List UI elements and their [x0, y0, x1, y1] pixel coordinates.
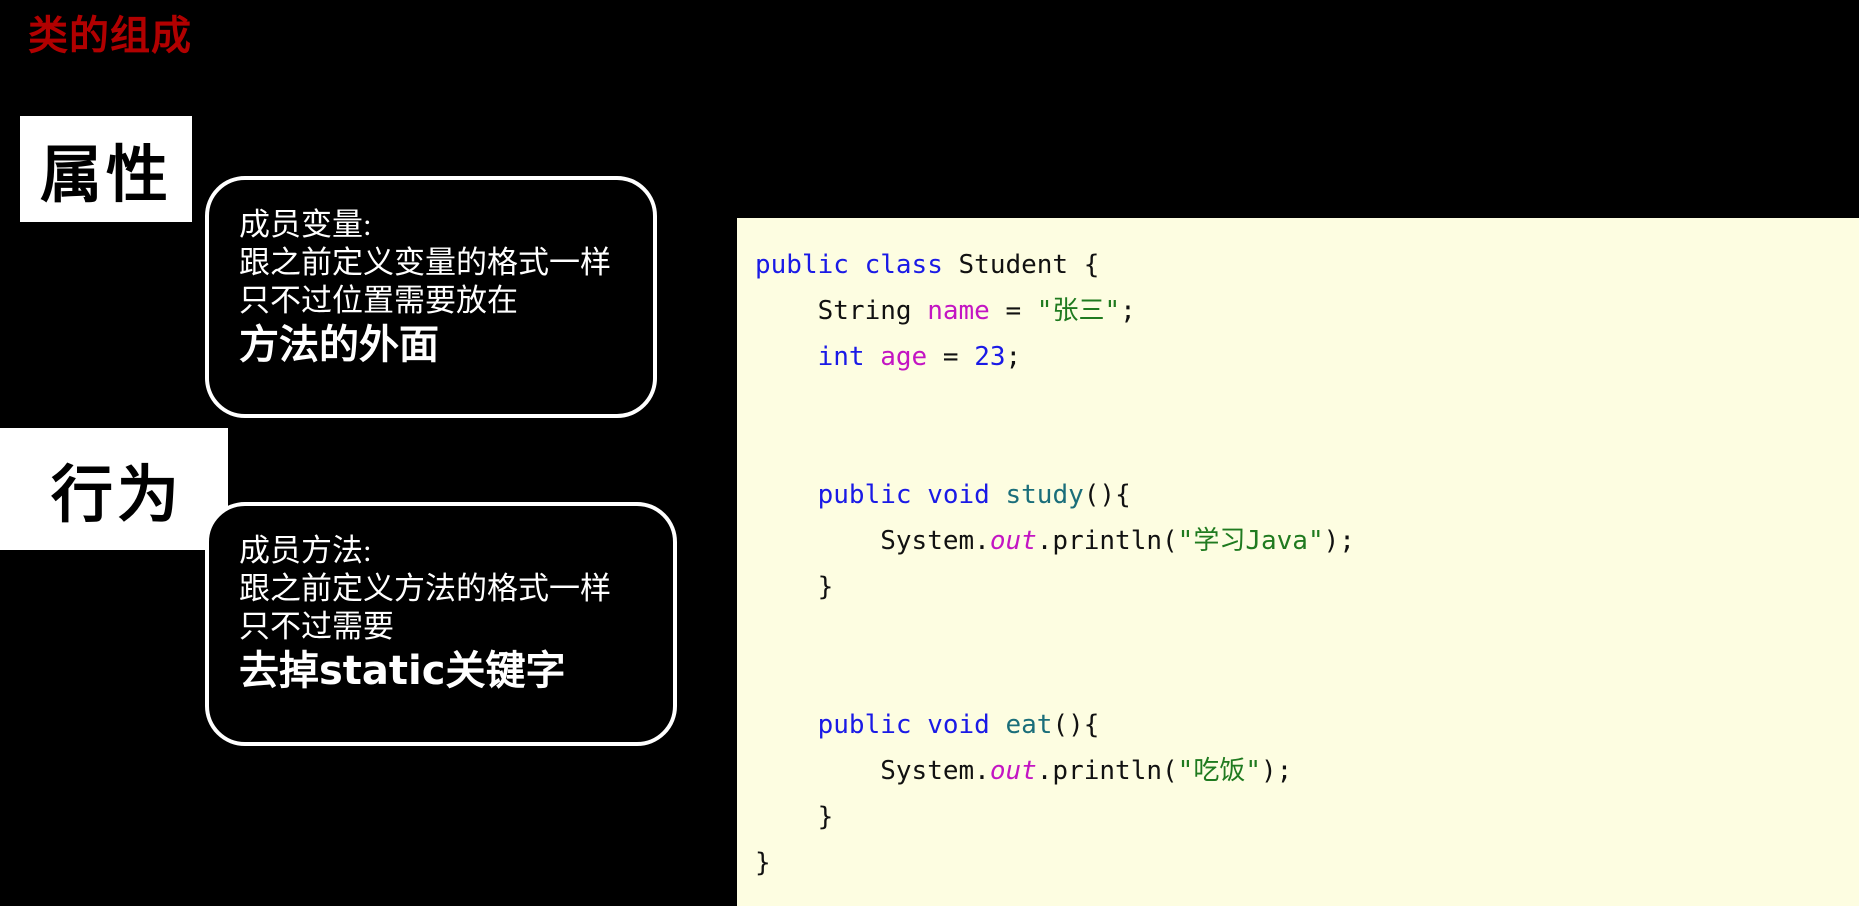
code-token: void — [927, 480, 990, 510]
code-token: ); — [1323, 526, 1355, 556]
code-line: } — [755, 564, 1859, 610]
code-line: public class Student { — [755, 242, 1859, 288]
code-panel: public class Student { String name = "张三… — [737, 218, 1859, 906]
code-line: public void study(){ — [755, 472, 1859, 518]
code-line: System.out.println("吃饭"); — [755, 748, 1859, 794]
code-token: study — [1005, 480, 1084, 510]
code-token: "张三" — [1036, 296, 1121, 326]
callout-line: 只不过位置需要放在 — [239, 282, 518, 318]
code-token: public — [755, 250, 849, 280]
callout-line: 跟之前定义变量的格式一样 — [239, 244, 611, 280]
code-token: out — [989, 756, 1037, 786]
code-token: eat — [1005, 710, 1053, 740]
callout-member-variable: 成员变量: 跟之前定义变量的格式一样 只不过位置需要放在 方法的外面 — [205, 176, 657, 418]
code-token: } — [755, 848, 771, 878]
code-token: "学习Java" — [1177, 526, 1324, 556]
callout-line: 成员方法: — [239, 533, 372, 568]
code-token: } — [817, 572, 834, 602]
code-token: System. — [880, 756, 990, 786]
code-token: public — [817, 710, 912, 740]
code-token: ); — [1260, 756, 1293, 786]
code-token: (){ — [1083, 480, 1131, 510]
code-token: System. — [880, 526, 990, 556]
code-token: = — [927, 342, 975, 372]
code-token: .println( — [1036, 526, 1178, 556]
code-token: "吃饭" — [1177, 756, 1261, 786]
callout-line: 只不过需要 — [239, 608, 394, 644]
code-token: ; — [1120, 296, 1136, 326]
label-box-behaviour: 行为 — [0, 428, 228, 550]
code-token: ; — [1005, 342, 1022, 372]
code-token: class — [864, 250, 943, 280]
code-token: Student { — [942, 250, 1100, 280]
callout-line: 跟之前定义方法的格式一样 — [239, 570, 611, 606]
code-line: String name = "张三"; — [755, 288, 1859, 334]
code-token: out — [989, 526, 1037, 556]
page-title: 类的组成 — [28, 13, 192, 58]
code-token: = — [989, 296, 1037, 326]
code-token: (){ — [1052, 710, 1100, 740]
code-line: } — [755, 840, 1859, 886]
callout-member-method: 成员方法: 跟之前定义方法的格式一样 只不过需要 去掉static关键字 — [205, 502, 677, 746]
label-box-attributes: 属性 — [20, 116, 192, 222]
code-token: int — [817, 342, 865, 372]
code-token: 23 — [974, 342, 1006, 372]
code-token: void — [927, 710, 990, 740]
code-token: } — [817, 802, 834, 832]
callout-emphasis: 方法的外面 — [239, 322, 439, 369]
callout-emphasis: 去掉static关键字 — [239, 648, 566, 695]
label-box-attributes-text: 属性 — [39, 138, 172, 211]
code-body: public class Student { String name = "张三… — [755, 242, 1859, 886]
code-line: public void eat(){ — [755, 702, 1859, 748]
label-box-behaviour-text: 行为 — [50, 458, 183, 531]
code-token: age — [880, 342, 928, 372]
code-token: String — [817, 296, 912, 326]
code-token: name — [927, 296, 990, 326]
code-line: System.out.println("学习Java"); — [755, 518, 1859, 564]
code-token: public — [817, 480, 912, 510]
callout-line: 成员变量: — [239, 207, 372, 242]
slide-canvas: 类的组成 属性 行为 成员变量: 跟之前定义变量的格式一样 只不过位置需要放在 … — [0, 0, 1859, 906]
code-line: int age = 23; — [755, 334, 1859, 380]
code-line: } — [755, 794, 1859, 840]
code-token: .println( — [1036, 756, 1178, 786]
